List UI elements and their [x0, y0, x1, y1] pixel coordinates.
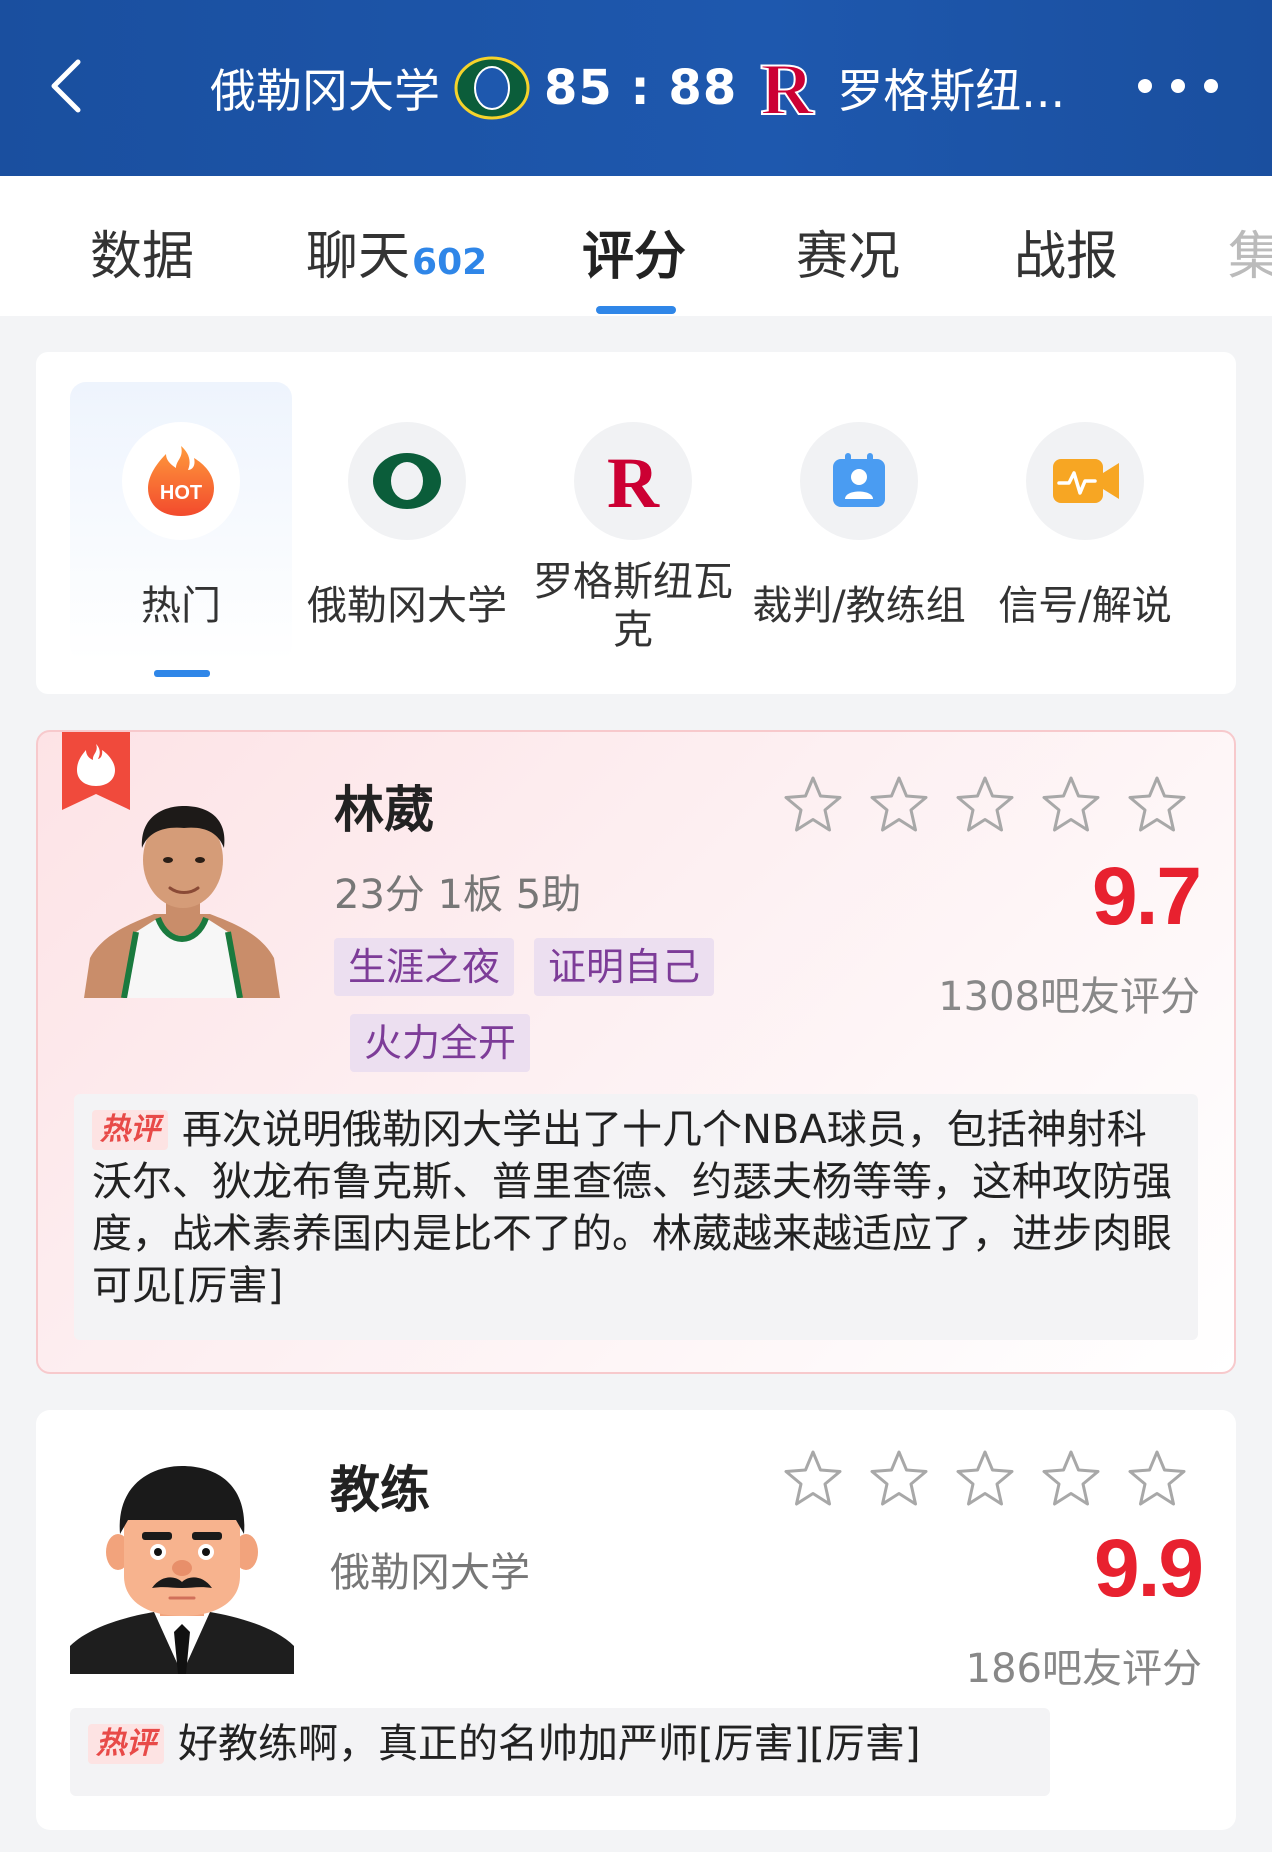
- oregon-logo-icon: [373, 453, 441, 509]
- home-team-name: 俄勒冈大学: [210, 64, 440, 118]
- category-selector: HOT 热门 俄勒冈大学 R 罗格斯纽瓦 克 裁判/教练组 信号/解说: [36, 352, 1236, 694]
- rutgers-logo-icon: R: [607, 449, 660, 513]
- match-score: 85 : 88: [544, 60, 738, 116]
- category-referee-coach[interactable]: 裁判/教练组: [748, 382, 970, 662]
- player-avatar: [84, 806, 280, 998]
- player-tag[interactable]: 证明自己: [534, 938, 715, 996]
- hot-comment-text: 再次说明俄勒冈大学出了十几个NBA球员，包括神射科沃尔、狄龙布鲁克斯、普里查德、…: [92, 1107, 1172, 1309]
- more-dot-icon: [1138, 79, 1152, 93]
- category-icon-wrap: [800, 422, 918, 540]
- star-icon[interactable]: [954, 774, 1016, 836]
- hot-comment-label: 热评: [92, 1110, 168, 1150]
- player-name: 林葳: [334, 781, 434, 839]
- svg-text:R: R: [760, 56, 815, 120]
- hot-comment[interactable]: 热评 好教练啊，真正的名帅加严师[厉害][厉害]: [70, 1708, 1050, 1796]
- category-oregon[interactable]: 俄勒冈大学: [296, 382, 518, 662]
- player-stats: 23分 1板 5助: [334, 872, 582, 918]
- match-title: 俄勒冈大学 85 : 88 R 罗格斯纽...: [210, 0, 1110, 176]
- star-icon[interactable]: [1040, 1448, 1102, 1510]
- tab-label: 集: [1228, 227, 1272, 287]
- star-icon[interactable]: [1126, 774, 1188, 836]
- tab-label: 数据: [90, 227, 195, 287]
- broadcast-icon: [1053, 459, 1119, 503]
- tab-chat[interactable]: 聊天602: [306, 214, 487, 289]
- coach-rating-card[interactable]: 教练 俄勒冈大学 9.9 186吧友评分 热评 好教练啊，真正的名帅加严师[厉害]…: [36, 1410, 1236, 1830]
- tab-bar: 数据 聊天602 评分 赛况 战报 集: [0, 176, 1272, 316]
- hot-comment[interactable]: 热评 再次说明俄勒冈大学出了十几个NBA球员，包括神射科沃尔、狄龙布鲁克斯、普里查…: [74, 1094, 1198, 1340]
- category-label-line: 克: [613, 607, 653, 653]
- star-icon[interactable]: [1126, 1448, 1188, 1510]
- rutgers-logo-icon: R: [759, 56, 816, 120]
- player-tag[interactable]: 火力全开: [350, 1014, 531, 1072]
- category-label: 裁判/教练组: [752, 583, 966, 629]
- more-dot-icon: [1171, 79, 1185, 93]
- category-label-line: 罗格斯纽瓦: [533, 559, 733, 605]
- tab-highlights[interactable]: 集: [1228, 214, 1272, 289]
- tab-label: 评分: [582, 227, 687, 287]
- star-icon[interactable]: [1040, 774, 1102, 836]
- player-rating-card[interactable]: 林葳 23分 1板 5助 生涯之夜 证明自己 火力全开 9.7 1308吧友评分…: [36, 730, 1236, 1374]
- category-icon-wrap: HOT: [122, 422, 240, 540]
- category-rutgers[interactable]: R 罗格斯纽瓦 克: [522, 382, 744, 662]
- away-team-name: 罗格斯纽...: [837, 64, 1066, 118]
- star-icon[interactable]: [782, 1448, 844, 1510]
- coach-name: 教练: [330, 1461, 430, 1519]
- star-rating-input[interactable]: [782, 774, 1188, 836]
- tab-data[interactable]: 数据: [90, 214, 194, 289]
- back-button[interactable]: [44, 56, 92, 116]
- svg-text:HOT: HOT: [160, 482, 202, 504]
- coach-rating-score: 9.9: [1094, 1523, 1204, 1614]
- tab-live[interactable]: 赛况: [796, 214, 900, 289]
- category-icon-wrap: R: [574, 422, 692, 540]
- category-hot[interactable]: HOT 热门: [70, 382, 292, 677]
- referee-icon: [833, 453, 885, 507]
- star-icon[interactable]: [868, 774, 930, 836]
- tab-label: 战报: [1014, 227, 1119, 287]
- tab-label: 聊天: [306, 227, 411, 287]
- player-tag[interactable]: 生涯之夜: [334, 938, 515, 996]
- coach-avatar: [70, 1466, 294, 1674]
- tab-label: 赛况: [796, 227, 901, 287]
- hot-comment-label: 热评: [88, 1724, 164, 1764]
- category-icon-wrap: [1026, 422, 1144, 540]
- player-rating-score: 9.7: [1092, 851, 1202, 942]
- category-broadcast[interactable]: 信号/解说: [974, 382, 1196, 662]
- more-dot-icon: [1204, 79, 1218, 93]
- back-arrow-icon: [51, 59, 81, 113]
- tab-report[interactable]: 战报: [1014, 214, 1118, 289]
- category-icon-wrap: [348, 422, 466, 540]
- star-rating-input[interactable]: [782, 1448, 1188, 1510]
- star-icon[interactable]: [954, 1448, 1016, 1510]
- active-category-indicator: [154, 670, 210, 677]
- category-label: 俄勒冈大学: [307, 583, 507, 629]
- category-label: 热门: [141, 583, 221, 629]
- tab-rating[interactable]: 评分: [582, 214, 686, 289]
- hot-icon: HOT: [148, 446, 214, 516]
- hot-comment-text: 好教练啊，真正的名帅加严师[厉害][厉害]: [178, 1721, 921, 1767]
- coach-team: 俄勒冈大学: [330, 1550, 530, 1596]
- active-tab-indicator: [596, 306, 676, 314]
- player-rating-count: 1308吧友评分: [938, 974, 1200, 1020]
- star-icon[interactable]: [782, 774, 844, 836]
- oregon-logo-icon: [454, 56, 530, 120]
- more-options-button[interactable]: [1138, 72, 1218, 100]
- chat-count-badge: 602: [412, 242, 488, 283]
- star-icon[interactable]: [868, 1448, 930, 1510]
- coach-rating-count: 186吧友评分: [965, 1646, 1202, 1692]
- svg-text:R: R: [607, 449, 660, 513]
- match-header: 俄勒冈大学 85 : 88 R 罗格斯纽...: [0, 0, 1272, 176]
- category-label: 信号/解说: [998, 583, 1172, 629]
- category-label: 罗格斯纽瓦 克: [512, 558, 754, 654]
